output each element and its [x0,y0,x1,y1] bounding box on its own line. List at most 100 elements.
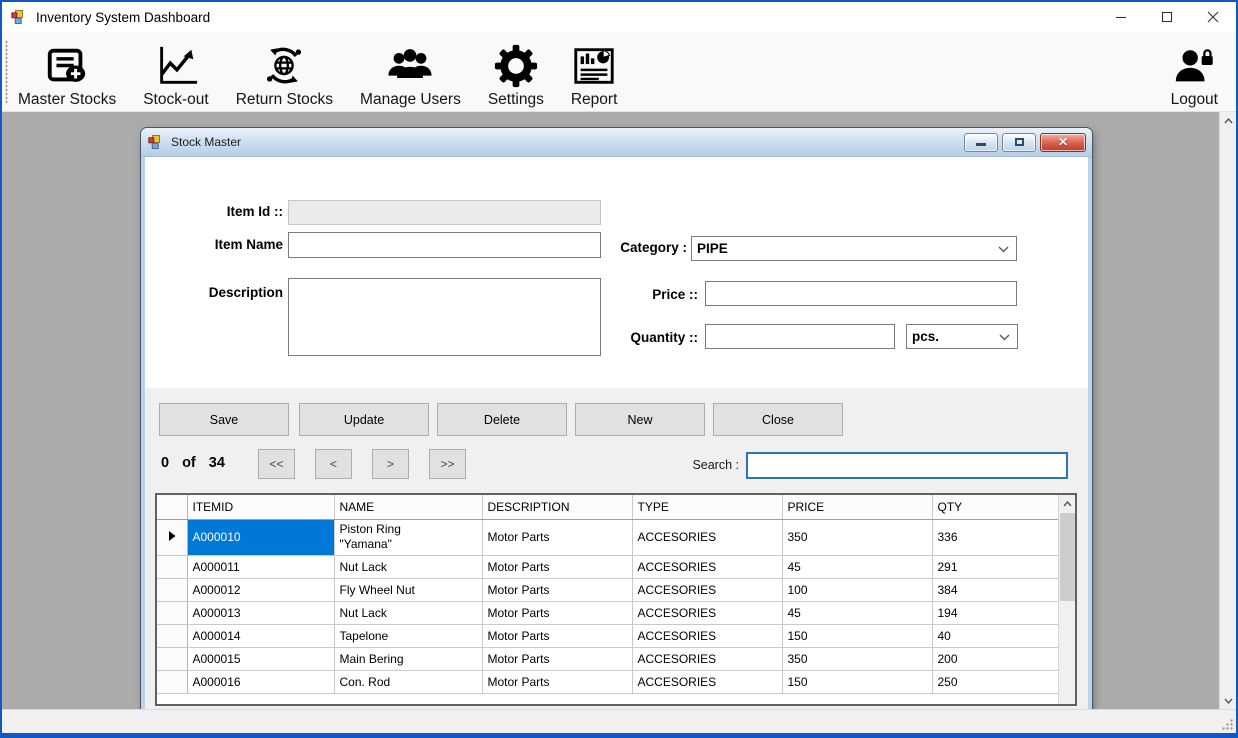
globe-sync-icon [261,42,307,90]
save-button[interactable]: Save [159,403,289,436]
cell-qty[interactable]: 291 [932,555,1062,578]
next-record-button[interactable]: > [372,449,409,479]
last-record-button[interactable]: >> [429,449,466,479]
toolbar-item-report[interactable]: Report [571,36,618,109]
cell-price[interactable]: 150 [782,624,932,647]
cell-name[interactable]: Fly Wheel Nut [334,578,482,601]
cell-name[interactable]: Tapelone [334,624,482,647]
resize-grip-icon[interactable] [1221,718,1234,731]
cell-price[interactable]: 350 [782,647,932,670]
cell-description[interactable]: Motor Parts [482,519,632,555]
cell-name[interactable]: Con. Rod [334,670,482,693]
cell-type[interactable]: ACCESORIES [632,647,782,670]
update-button[interactable]: Update [299,403,429,436]
scroll-up-icon[interactable] [1059,495,1076,512]
cell-qty[interactable]: 384 [932,578,1062,601]
cell-description[interactable]: Motor Parts [482,578,632,601]
toolbar-item-logout[interactable]: Logout [1171,36,1218,109]
cell-type[interactable]: ACCESORIES [632,578,782,601]
cell-price[interactable]: 45 [782,555,932,578]
table-row[interactable]: A000015 Main Bering Motor Parts ACCESORI… [157,647,1062,670]
cell-name[interactable]: Nut Lack [334,555,482,578]
cell-price[interactable]: 150 [782,670,932,693]
cell-itemid[interactable]: A000011 [187,555,334,578]
table-row[interactable]: A000014 Tapelone Motor Parts ACCESORIES … [157,624,1062,647]
line-chart-icon [153,42,199,90]
prev-record-button[interactable]: < [315,449,352,479]
child-minimize-button[interactable] [964,133,998,152]
scroll-down-icon[interactable] [1220,692,1236,709]
cell-type[interactable]: ACCESORIES [632,555,782,578]
search-input[interactable] [746,452,1068,479]
child-close-button[interactable]: ✕ [1040,133,1086,152]
toolbar-item-manage-users[interactable]: Manage Users [360,36,461,109]
cell-name[interactable]: Main Bering [334,647,482,670]
table-row[interactable]: A000012 Fly Wheel Nut Motor Parts ACCESO… [157,578,1062,601]
cell-itemid[interactable]: A000010 [187,519,334,555]
column-header-itemid[interactable]: ITEMID [187,495,334,519]
column-header-type[interactable]: TYPE [632,495,782,519]
table-row[interactable]: A000010 Piston Ring "Yamana" Motor Parts… [157,519,1062,555]
cell-description[interactable]: Motor Parts [482,624,632,647]
mdi-vertical-scrollbar[interactable] [1219,112,1236,709]
cell-name[interactable]: Piston Ring "Yamana" [334,519,482,555]
price-field[interactable] [705,281,1017,306]
scrollbar-thumb[interactable] [1060,513,1075,601]
row-header-column [157,495,187,519]
description-field[interactable] [288,278,601,356]
cell-type[interactable]: ACCESORIES [632,624,782,647]
close-button[interactable] [1190,2,1236,32]
user-lock-icon [1171,42,1217,90]
cell-price[interactable]: 45 [782,601,932,624]
cell-type[interactable]: ACCESORIES [632,519,782,555]
cell-name[interactable]: Nut Lack [334,601,482,624]
column-header-price[interactable]: PRICE [782,495,932,519]
toolbar-item-stock-out[interactable]: Stock-out [143,36,208,109]
cell-price[interactable]: 350 [782,519,932,555]
first-record-button[interactable]: << [258,449,295,479]
cell-itemid[interactable]: A000016 [187,670,334,693]
form-panel [145,157,1088,388]
scroll-up-icon[interactable] [1220,112,1236,129]
table-row[interactable]: A000016 Con. Rod Motor Parts ACCESORIES … [157,670,1062,693]
column-header-name[interactable]: NAME [334,495,482,519]
maximize-button[interactable] [1144,2,1190,32]
minimize-icon [976,143,986,146]
cell-qty[interactable]: 336 [932,519,1062,555]
toolbar-grip[interactable] [5,40,8,103]
cell-itemid[interactable]: A000014 [187,624,334,647]
toolbar-item-settings[interactable]: Settings [488,36,544,109]
item-name-field[interactable] [288,232,601,258]
cell-description[interactable]: Motor Parts [482,670,632,693]
cell-qty[interactable]: 194 [932,601,1062,624]
window-controls [1098,2,1236,32]
cell-type[interactable]: ACCESORIES [632,601,782,624]
cell-itemid[interactable]: A000015 [187,647,334,670]
column-header-qty[interactable]: QTY [932,495,1062,519]
toolbar-item-return-stocks[interactable]: Return Stocks [236,36,333,109]
cell-description[interactable]: Motor Parts [482,601,632,624]
cell-qty[interactable]: 250 [932,670,1062,693]
toolbar-item-master-stocks[interactable]: Master Stocks [18,36,116,109]
cell-description[interactable]: Motor Parts [482,647,632,670]
column-header-description[interactable]: DESCRIPTION [482,495,632,519]
grid-vertical-scrollbar[interactable] [1058,495,1075,704]
close-button[interactable]: Close [713,403,843,436]
quantity-field[interactable] [705,324,895,349]
delete-button[interactable]: Delete [437,403,567,436]
cell-type[interactable]: ACCESORIES [632,670,782,693]
table-row[interactable]: A000013 Nut Lack Motor Parts ACCESORIES … [157,601,1062,624]
minimize-button[interactable] [1098,2,1144,32]
cell-qty[interactable]: 200 [932,647,1062,670]
unit-combobox[interactable]: pcs. [906,324,1018,349]
new-button[interactable]: New [575,403,705,436]
cell-price[interactable]: 100 [782,578,932,601]
cell-qty[interactable]: 40 [932,624,1062,647]
cell-itemid[interactable]: A000012 [187,578,334,601]
cell-itemid[interactable]: A000013 [187,601,334,624]
child-maximize-button[interactable] [1002,133,1036,152]
category-combobox[interactable]: PIPE [691,236,1017,261]
cell-description[interactable]: Motor Parts [482,555,632,578]
toolbar-label: Manage Users [360,91,461,109]
table-row[interactable]: A000011 Nut Lack Motor Parts ACCESORIES … [157,555,1062,578]
